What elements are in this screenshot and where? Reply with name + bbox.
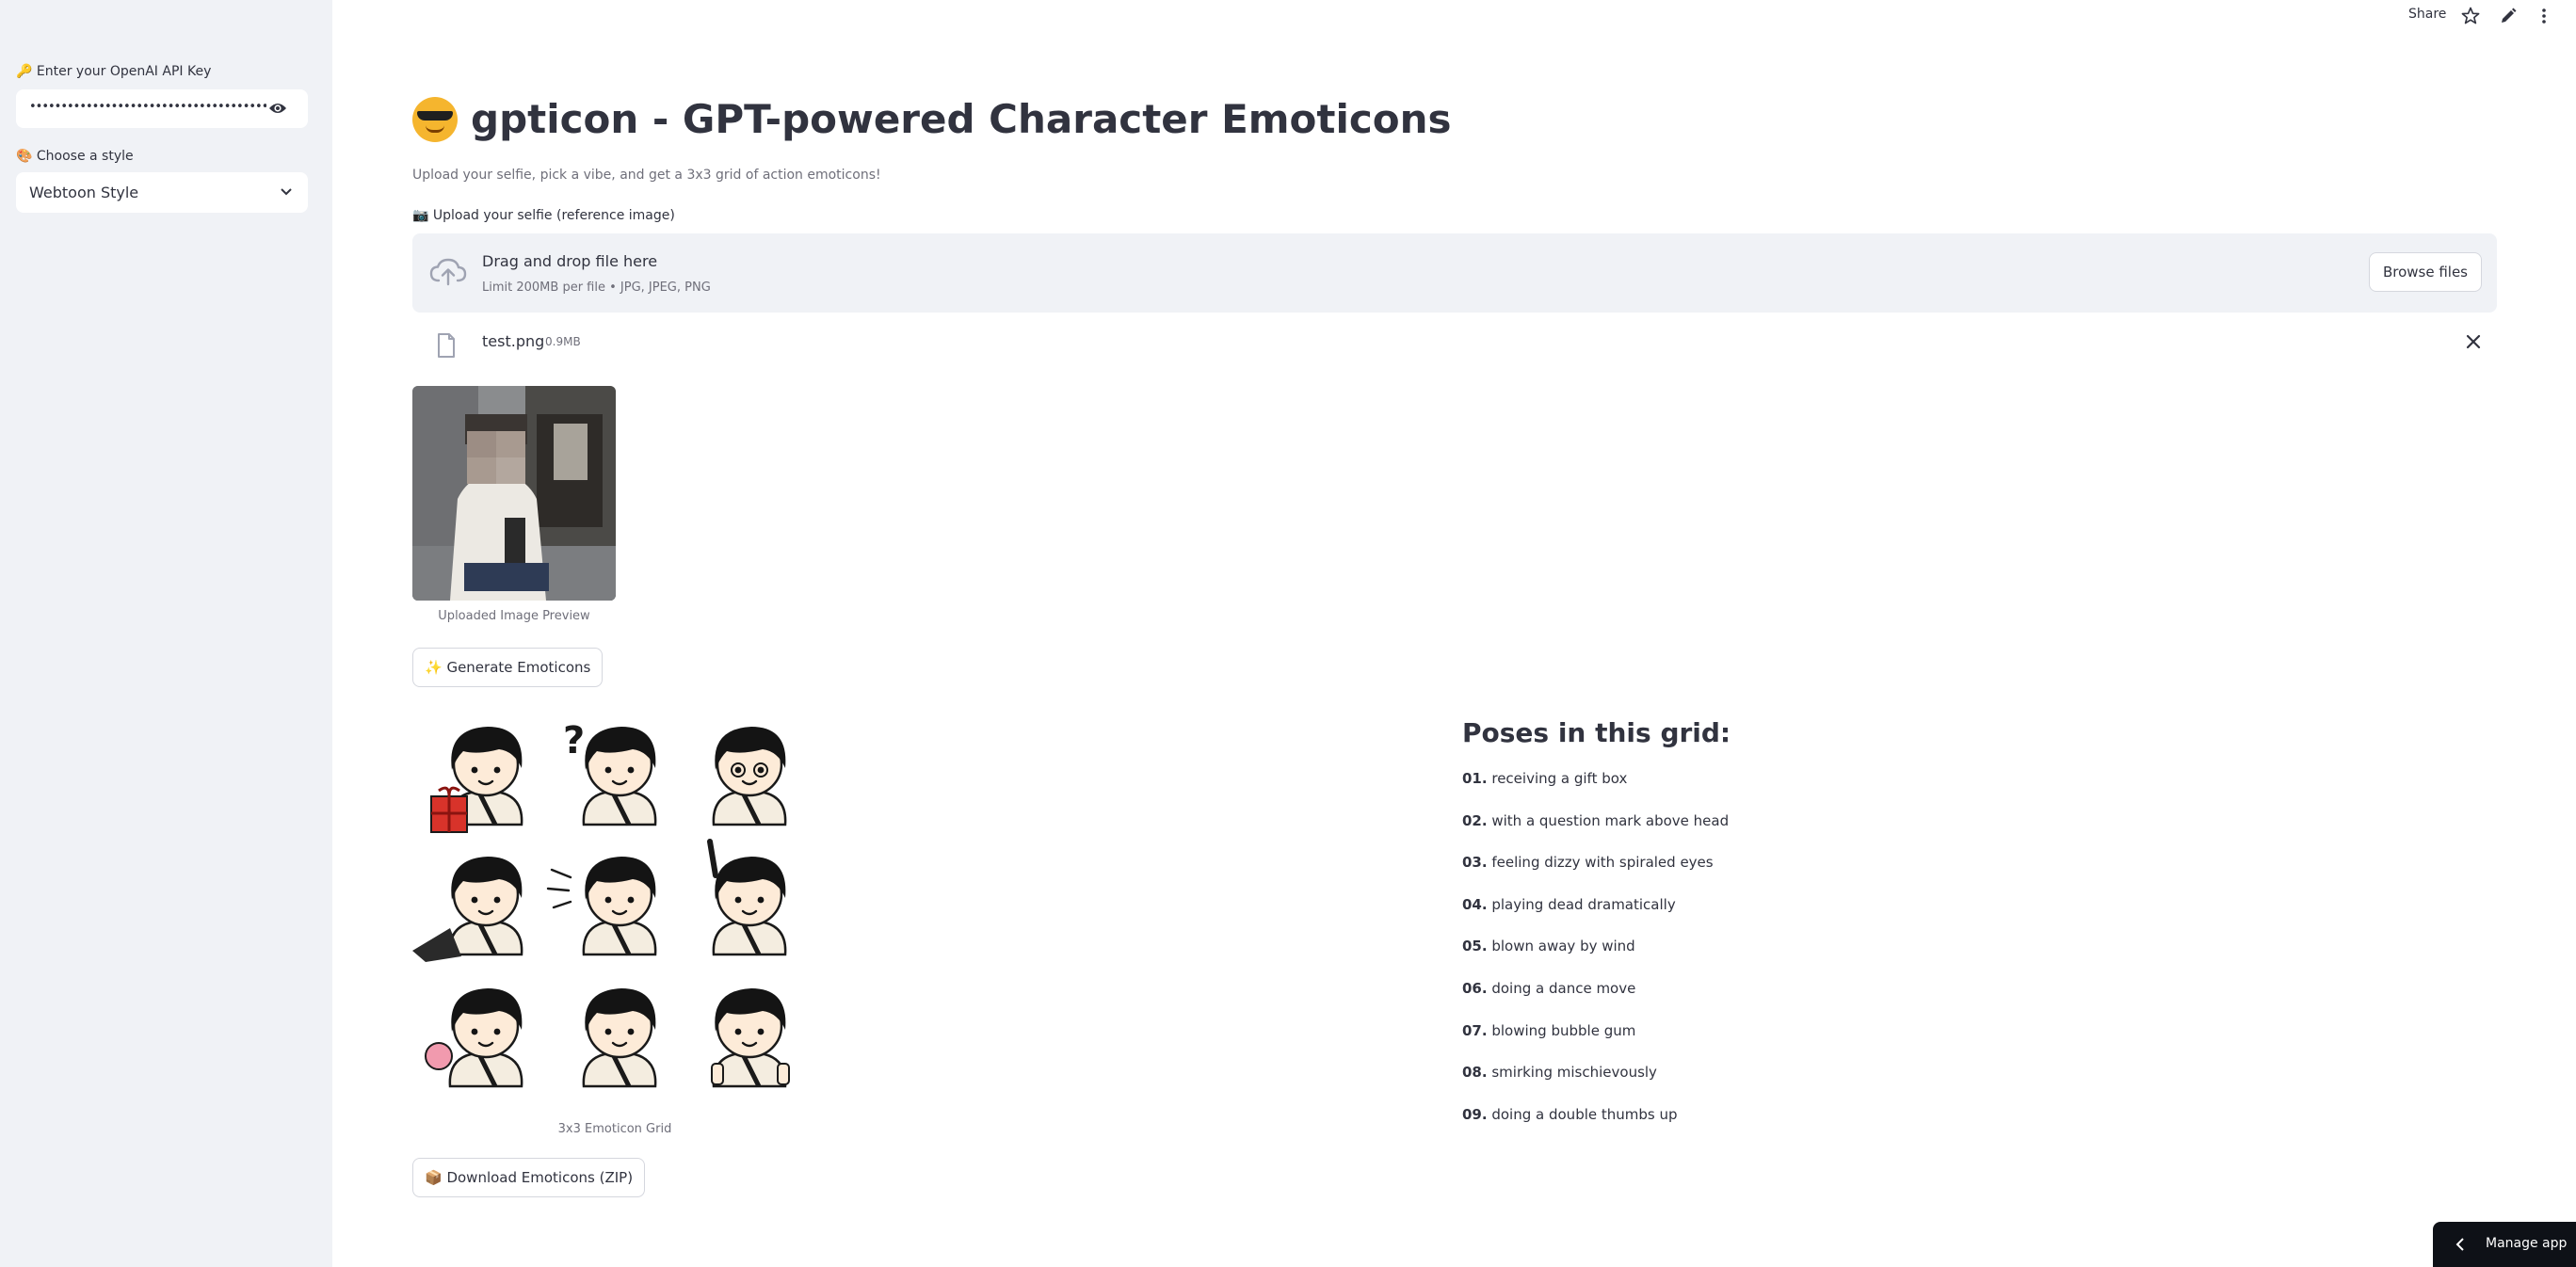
uploaded-file-row: test.png 0.9MB <box>412 320 2497 369</box>
manage-app-button[interactable]: Manage app <box>2433 1222 2576 1267</box>
sidebar: 🔑 Enter your OpenAI API Key ••••••••••••… <box>0 0 332 1267</box>
pencil-icon[interactable] <box>2499 7 2518 25</box>
api-key-value: ••••••••••••••••••••••••••••••••••••••••… <box>29 100 266 114</box>
upload-label: 📷 Upload your selfie (reference image) <box>412 208 675 223</box>
emoticon-grid-image: ? <box>412 719 790 1111</box>
style-label: 🎨 Choose a style <box>16 149 134 164</box>
download-zip-button[interactable]: 📦 Download Emoticons (ZIP) <box>412 1158 646 1197</box>
svg-text:?: ? <box>563 719 585 762</box>
pose-item: 07. blowing bubble gum <box>1462 1022 1636 1039</box>
title-row: gpticon - GPT-powered Character Emoticon… <box>412 96 1452 142</box>
pose-item: 09. doing a double thumbs up <box>1462 1106 1678 1123</box>
cloud-upload-icon <box>429 258 467 286</box>
file-size: 0.9MB <box>545 335 581 348</box>
pose-item: 02. with a question mark above head <box>1462 812 1730 829</box>
browse-files-button[interactable]: Browse files <box>2368 252 2482 292</box>
star-icon[interactable] <box>2461 7 2480 25</box>
api-key-label: 🔑 Enter your OpenAI API Key <box>16 64 212 79</box>
eye-icon[interactable] <box>268 101 287 116</box>
pose-item: 01. receiving a gift box <box>1462 770 1628 787</box>
dropzone-title: Drag and drop file here <box>482 252 658 270</box>
generate-emoticons-button[interactable]: ✨ Generate Emoticons <box>412 648 604 687</box>
api-key-input[interactable]: ••••••••••••••••••••••••••••••••••••••••… <box>16 89 308 128</box>
file-name: test.png <box>482 332 545 350</box>
pose-item: 08. smirking mischievously <box>1462 1064 1657 1081</box>
style-select-value: Webtoon Style <box>29 184 139 201</box>
chevron-down-icon <box>281 188 292 196</box>
page-subtitle: Upload your selfie, pick a vibe, and get… <box>412 168 881 183</box>
pose-item: 04. playing dead dramatically <box>1462 896 1676 913</box>
dropzone-limit: Limit 200MB per file • JPG, JPEG, PNG <box>482 281 711 295</box>
grid-caption: 3x3 Emoticon Grid <box>557 1122 672 1136</box>
chevron-left-icon <box>2455 1238 2464 1251</box>
uploaded-image-preview <box>412 386 616 601</box>
file-icon <box>438 333 455 358</box>
close-icon[interactable] <box>2465 333 2482 350</box>
more-vertical-icon[interactable] <box>2535 7 2553 25</box>
style-select[interactable]: Webtoon Style <box>16 172 308 213</box>
poses-heading: Poses in this grid: <box>1462 717 1731 748</box>
pose-item: 06. doing a dance move <box>1462 980 1636 997</box>
sunglasses-emoji-icon <box>412 96 458 142</box>
file-dropzone[interactable]: Drag and drop file here Limit 200MB per … <box>412 233 2497 313</box>
share-button[interactable]: Share <box>2408 7 2446 22</box>
preview-caption: Uploaded Image Preview <box>438 609 590 623</box>
pose-item: 03. feeling dizzy with spiraled eyes <box>1462 854 1714 871</box>
manage-app-label: Manage app <box>2486 1236 2568 1251</box>
pose-item: 05. blown away by wind <box>1462 938 1635 954</box>
page-title: gpticon - GPT-powered Character Emoticon… <box>471 96 1452 142</box>
